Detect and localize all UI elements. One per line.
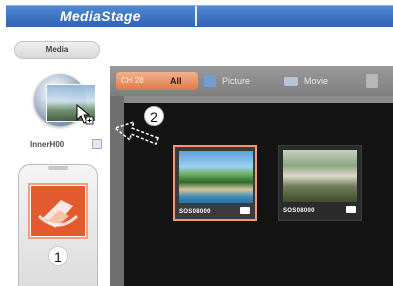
thumbnail-image <box>283 150 357 202</box>
thumbnail-label: SOS08000 <box>283 208 315 214</box>
thumbnail-image <box>179 151 253 203</box>
picture-badge-icon <box>240 207 250 214</box>
tab-movie[interactable]: Movie <box>304 73 354 89</box>
device-name: InnerH00 <box>30 140 65 149</box>
media-section-button[interactable]: Media <box>14 41 100 59</box>
title-divider <box>195 6 197 26</box>
media-thumbnail[interactable]: SOS08000 <box>278 145 362 221</box>
app-title: MediaStage <box>60 8 141 24</box>
music-icon[interactable] <box>366 74 378 88</box>
device-sync-icon[interactable] <box>92 139 102 149</box>
thumbnail-label: SOS08000 <box>179 209 211 215</box>
card-notch <box>48 166 68 170</box>
media-card-icon <box>31 186 85 236</box>
media-thumbnail-selected[interactable]: SOS08000 <box>173 145 257 221</box>
picture-badge-icon <box>346 206 356 213</box>
step-marker-1: 1 <box>48 246 68 266</box>
tab-all-label[interactable]: All <box>170 73 194 89</box>
cursor-copy-icon <box>76 104 94 125</box>
movie-icon[interactable] <box>284 77 298 86</box>
picture-icon[interactable] <box>204 75 216 87</box>
tab-picture[interactable]: Picture <box>222 73 272 89</box>
tab-all-count: CH 28 <box>121 76 144 85</box>
step-marker-2: 2 <box>144 106 164 126</box>
